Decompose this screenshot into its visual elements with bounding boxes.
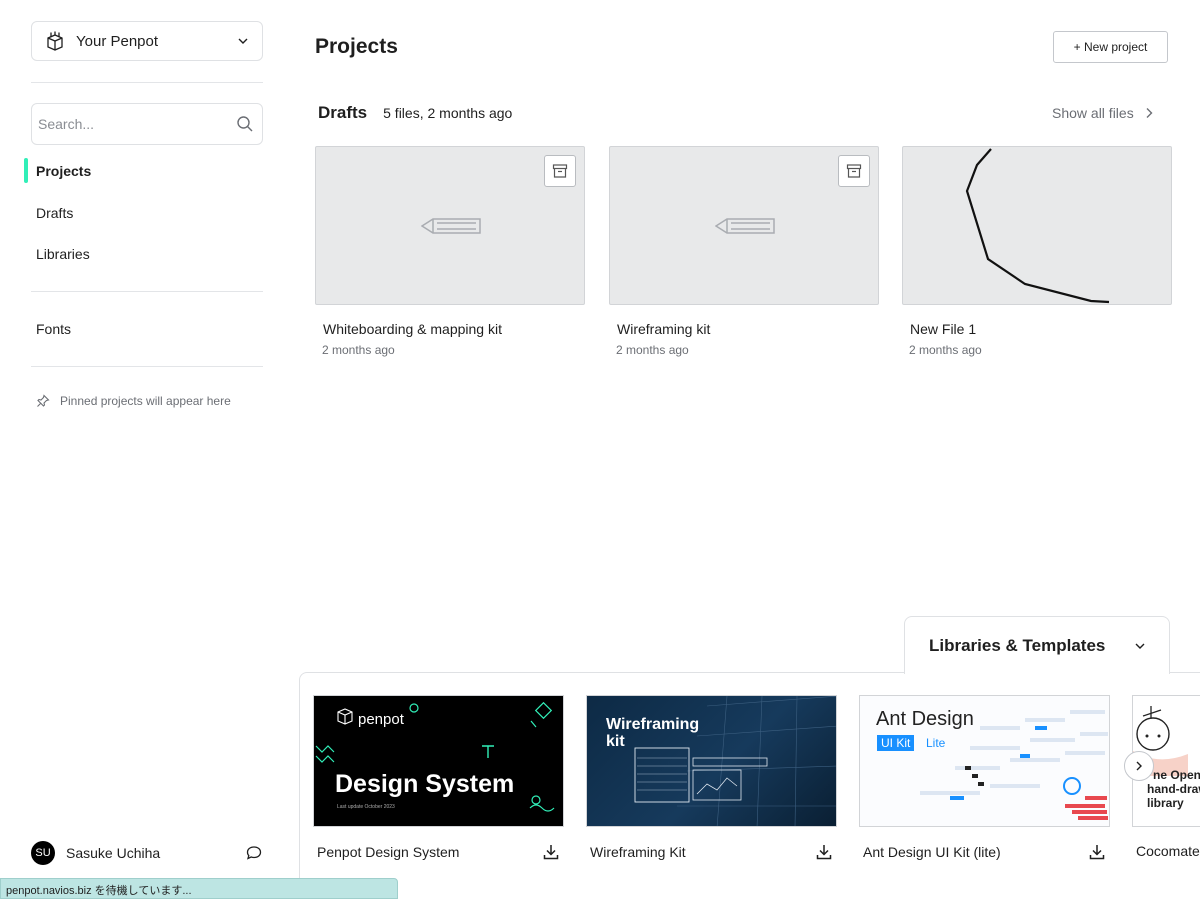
template-headline: Ant Design xyxy=(876,708,974,730)
drafts-meta: 5 files, 2 months ago xyxy=(383,105,513,121)
download-icon[interactable] xyxy=(542,843,560,861)
app: Your Penpot Projects Drafts Libraries Fo… xyxy=(0,0,1200,899)
template-card[interactable]: Ant Design UI Kit Lite Ant Design UI Kit… xyxy=(859,695,1110,861)
template-card[interactable]: penpot Design System Last update October… xyxy=(313,695,564,861)
nav-libraries[interactable]: Libraries xyxy=(36,246,90,262)
libraries-panel: penpot Design System Last update October… xyxy=(299,672,1200,899)
divider xyxy=(31,366,263,367)
libraries-templates-toggle[interactable]: Libraries & Templates xyxy=(904,616,1170,674)
pin-icon xyxy=(36,394,50,408)
penpot-logo-icon xyxy=(44,30,66,52)
chevron-right-icon xyxy=(1136,761,1142,771)
page-title: Projects xyxy=(315,35,398,58)
template-logo-text: penpot xyxy=(358,711,404,728)
pencil-placeholder-icon xyxy=(715,218,775,234)
active-nav-indicator xyxy=(24,158,28,183)
carousel-next-button[interactable] xyxy=(1124,751,1154,781)
template-name: Ant Design UI Kit (lite) xyxy=(863,844,1001,860)
chevron-down-icon xyxy=(1133,639,1147,653)
template-thumbnail[interactable]: Wireframing kit xyxy=(586,695,837,827)
template-card[interactable]: Wireframing kit Wireframing Kit xyxy=(586,695,837,861)
cocomate-line-1: ne Open xyxy=(1153,768,1200,782)
file-name: Whiteboarding & mapping kit xyxy=(323,321,502,337)
file-date: 2 months ago xyxy=(616,343,689,357)
drafts-title[interactable]: Drafts xyxy=(318,103,367,123)
archive-icon[interactable] xyxy=(838,155,870,187)
pinned-projects-hint: Pinned projects will appear here xyxy=(36,394,231,408)
search-box xyxy=(31,103,263,145)
file-name: New File 1 xyxy=(910,321,977,337)
template-headline: Design System xyxy=(335,770,515,798)
pencil-placeholder-icon xyxy=(421,218,481,234)
nav-drafts[interactable]: Drafts xyxy=(36,205,73,221)
pinned-hint-text: Pinned projects will appear here xyxy=(60,394,231,408)
template-name: Cocomate xyxy=(1136,843,1200,859)
new-project-button[interactable]: + New project xyxy=(1053,31,1168,63)
libraries-templates-title: Libraries & Templates xyxy=(929,635,1106,655)
show-all-label: Show all files xyxy=(1052,105,1134,121)
search-input[interactable] xyxy=(38,116,236,132)
profile[interactable]: SU Sasuke Uchiha xyxy=(31,840,263,866)
file-date: 2 months ago xyxy=(909,343,982,357)
search-icon[interactable] xyxy=(236,115,254,133)
chevron-right-icon xyxy=(1142,106,1156,120)
cocomate-line-3: library xyxy=(1147,796,1184,810)
nav-fonts[interactable]: Fonts xyxy=(36,321,71,337)
team-name: Your Penpot xyxy=(76,32,159,50)
divider xyxy=(31,82,263,83)
template-name: Wireframing Kit xyxy=(590,844,686,860)
drawing-preview xyxy=(965,148,1110,304)
file-date: 2 months ago xyxy=(322,343,395,357)
divider xyxy=(31,291,263,292)
file-thumbnail[interactable] xyxy=(609,146,879,305)
sidebar: Your Penpot Projects Drafts Libraries Fo… xyxy=(0,0,290,899)
archive-icon[interactable] xyxy=(544,155,576,187)
profile-name: Sasuke Uchiha xyxy=(66,845,161,861)
file-thumbnail[interactable] xyxy=(315,146,585,305)
ui-kit-badge: UI Kit xyxy=(877,735,915,751)
file-name: Wireframing kit xyxy=(617,321,711,337)
team-selector[interactable]: Your Penpot xyxy=(31,21,263,61)
lite-badge: Lite xyxy=(926,736,946,750)
template-name: Penpot Design System xyxy=(317,844,460,860)
template-thumbnail[interactable]: penpot Design System Last update October… xyxy=(313,695,564,827)
file-card[interactable]: New File 1 2 months ago xyxy=(902,146,1172,357)
template-thumbnail[interactable]: Ant Design UI Kit Lite xyxy=(859,695,1110,827)
browser-status-bar: penpot.navios.biz を待機しています... xyxy=(0,878,398,899)
file-card[interactable]: Whiteboarding & mapping kit 2 months ago xyxy=(315,146,585,357)
template-headline: Wireframing kit xyxy=(606,716,700,750)
download-icon[interactable] xyxy=(815,843,833,861)
comment-icon[interactable] xyxy=(245,844,263,862)
drafts-header: Drafts 5 files, 2 months ago xyxy=(318,103,512,123)
cocomate-line-2: hand-draw xyxy=(1147,782,1200,796)
nav-projects[interactable]: Projects xyxy=(36,163,91,179)
file-thumbnail[interactable] xyxy=(902,146,1172,305)
template-subtext: Last update October 2023 xyxy=(337,804,395,810)
chevron-down-icon xyxy=(236,34,250,48)
show-all-files-link[interactable]: Show all files xyxy=(1052,105,1156,121)
file-card[interactable]: Wireframing kit 2 months ago xyxy=(609,146,879,357)
download-icon[interactable] xyxy=(1088,843,1106,861)
avatar: SU xyxy=(31,841,55,865)
